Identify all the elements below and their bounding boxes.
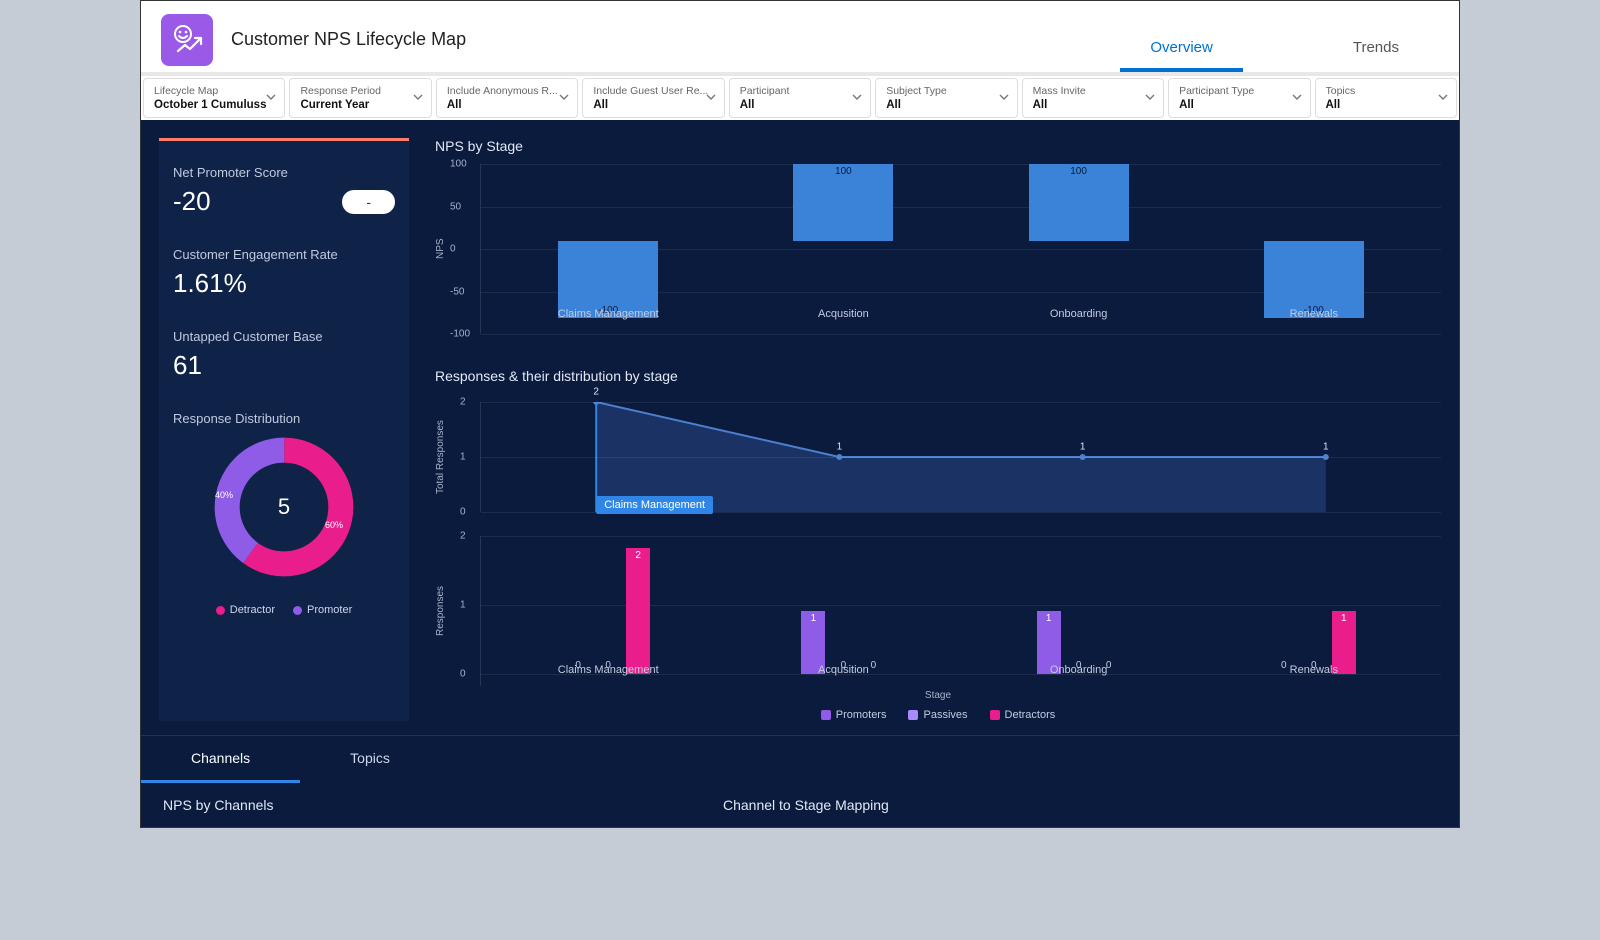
cer-value: 1.61%: [173, 268, 395, 299]
dashboard: Net Promoter Score -20 - Customer Engage…: [141, 120, 1459, 721]
chevron-down-icon: [852, 89, 862, 107]
ucb-value: 61: [173, 350, 395, 381]
nps-value: -20: [173, 186, 211, 217]
cer-label: Customer Engagement Rate: [173, 247, 395, 262]
filter-participant[interactable]: Participant All: [729, 78, 871, 118]
filter-response-period[interactable]: Response Period Current Year: [289, 78, 431, 118]
btab-channels[interactable]: Channels: [141, 736, 300, 783]
app-icon: [161, 14, 213, 66]
chevron-down-icon: [706, 89, 716, 107]
stage-xlabel: Stage: [435, 690, 1441, 701]
filter-label: Include Guest User Re...: [593, 85, 713, 97]
chevron-down-icon: [1292, 89, 1302, 107]
filter-value: All: [1326, 99, 1446, 111]
filter-label: Topics: [1326, 85, 1446, 97]
responses-grouped-chart: Responses 2 1 0 002Claims Management100A…: [435, 536, 1441, 686]
top-tabs: Overview Trends: [1120, 29, 1429, 72]
nps-stage-chart: NPS 100 50 0 -50 -100 -100Claims Managem…: [435, 164, 1441, 334]
app-frame: Customer NPS Lifecycle Map Overview Tren…: [140, 0, 1460, 828]
header: Customer NPS Lifecycle Map Overview Tren…: [141, 1, 1459, 72]
btab-topics[interactable]: Topics: [300, 736, 440, 783]
filter-include-anonymous[interactable]: Include Anonymous R... All: [436, 78, 578, 118]
filter-value: All: [1033, 99, 1153, 111]
nps-ylabel: NPS: [435, 164, 446, 334]
legend-detractors: Detractors: [990, 709, 1056, 721]
rd-label: Response Distribution: [173, 411, 395, 426]
filter-lifecycle-map[interactable]: Lifecycle Map October 1 Cumuluss: [143, 78, 285, 118]
bottom-section-titles: NPS by Channels Channel to Stage Mapping: [141, 783, 1459, 827]
ytick: 2: [460, 531, 466, 542]
ytick: -50: [450, 286, 464, 297]
nps-label: Net Promoter Score: [173, 165, 395, 180]
filter-label: Mass Invite: [1033, 85, 1153, 97]
ytick: 1: [460, 452, 466, 463]
grouped-legend: Promoters Passives Detractors: [435, 709, 1441, 721]
chevron-down-icon: [413, 89, 423, 107]
filter-value: All: [740, 99, 860, 111]
chevron-down-icon: [999, 89, 1009, 107]
ytick: -100: [450, 329, 470, 340]
donut-legend: Detractor Promoter: [216, 604, 353, 616]
tab-overview[interactable]: Overview: [1120, 29, 1243, 72]
filter-include-guest[interactable]: Include Guest User Re... All: [582, 78, 724, 118]
filter-mass-invite[interactable]: Mass Invite All: [1022, 78, 1164, 118]
nps-stage-title: NPS by Stage: [435, 138, 1441, 154]
ytick: 1: [460, 600, 466, 611]
filter-label: Participant Type: [1179, 85, 1299, 97]
tab-trends[interactable]: Trends: [1323, 29, 1429, 72]
filter-value: All: [593, 99, 713, 111]
total-responses-ylabel: Total Responses: [435, 402, 446, 512]
page-title: Customer NPS Lifecycle Map: [231, 29, 466, 50]
filter-value: All: [447, 99, 567, 111]
filter-participant-type[interactable]: Participant Type All: [1168, 78, 1310, 118]
filter-subject-type[interactable]: Subject Type All: [875, 78, 1017, 118]
filter-bar: Lifecycle Map October 1 Cumuluss Respons…: [141, 72, 1459, 120]
responses-ylabel: Responses: [435, 536, 446, 686]
main-area: NPS by Stage NPS 100 50 0 -50 -100 -100C…: [435, 138, 1441, 721]
nps-delta-pill: -: [342, 190, 395, 214]
donut-detractor-pct: 60%: [325, 520, 343, 530]
ytick: 0: [450, 244, 456, 255]
ytick: 100: [450, 159, 467, 170]
filter-label: Include Anonymous R...: [447, 85, 567, 97]
bottom-tabs: Channels Topics: [141, 735, 1459, 783]
donut-center-value: 5: [209, 432, 359, 582]
donut-promoter-pct: 40%: [215, 490, 233, 500]
legend-detractor: Detractor: [216, 604, 275, 616]
ytick: 0: [460, 507, 466, 518]
legend-passives: Passives: [908, 709, 967, 721]
chevron-down-icon: [1438, 89, 1448, 107]
ucb-label: Untapped Customer Base: [173, 329, 395, 344]
filter-value: All: [886, 99, 1006, 111]
chevron-down-icon: [266, 89, 276, 107]
filter-label: Participant: [740, 85, 860, 97]
side-panel: Net Promoter Score -20 - Customer Engage…: [159, 138, 409, 721]
smiley-trend-icon: [170, 23, 204, 57]
donut-chart: 5 40% 60% Detractor Promoter: [173, 432, 395, 616]
total-responses-chart: Total Responses 2 1 0 2111Claims Managem…: [435, 402, 1441, 512]
filter-value: October 1 Cumuluss: [154, 99, 274, 111]
legend-promoters: Promoters: [821, 709, 887, 721]
chevron-down-icon: [559, 89, 569, 107]
filter-value: Current Year: [300, 99, 420, 111]
responses-title: Responses & their distribution by stage: [435, 368, 1441, 384]
ytick: 0: [460, 669, 466, 680]
filter-label: Response Period: [300, 85, 420, 97]
ytick: 2: [460, 397, 466, 408]
filter-label: Subject Type: [886, 85, 1006, 97]
filter-topics[interactable]: Topics All: [1315, 78, 1457, 118]
chevron-down-icon: [1145, 89, 1155, 107]
filter-value: All: [1179, 99, 1299, 111]
channel-to-stage-title: Channel to Stage Mapping: [723, 797, 889, 813]
filter-label: Lifecycle Map: [154, 85, 274, 97]
legend-promoter: Promoter: [293, 604, 352, 616]
nps-by-channels-title: NPS by Channels: [163, 797, 723, 813]
ytick: 50: [450, 201, 461, 212]
